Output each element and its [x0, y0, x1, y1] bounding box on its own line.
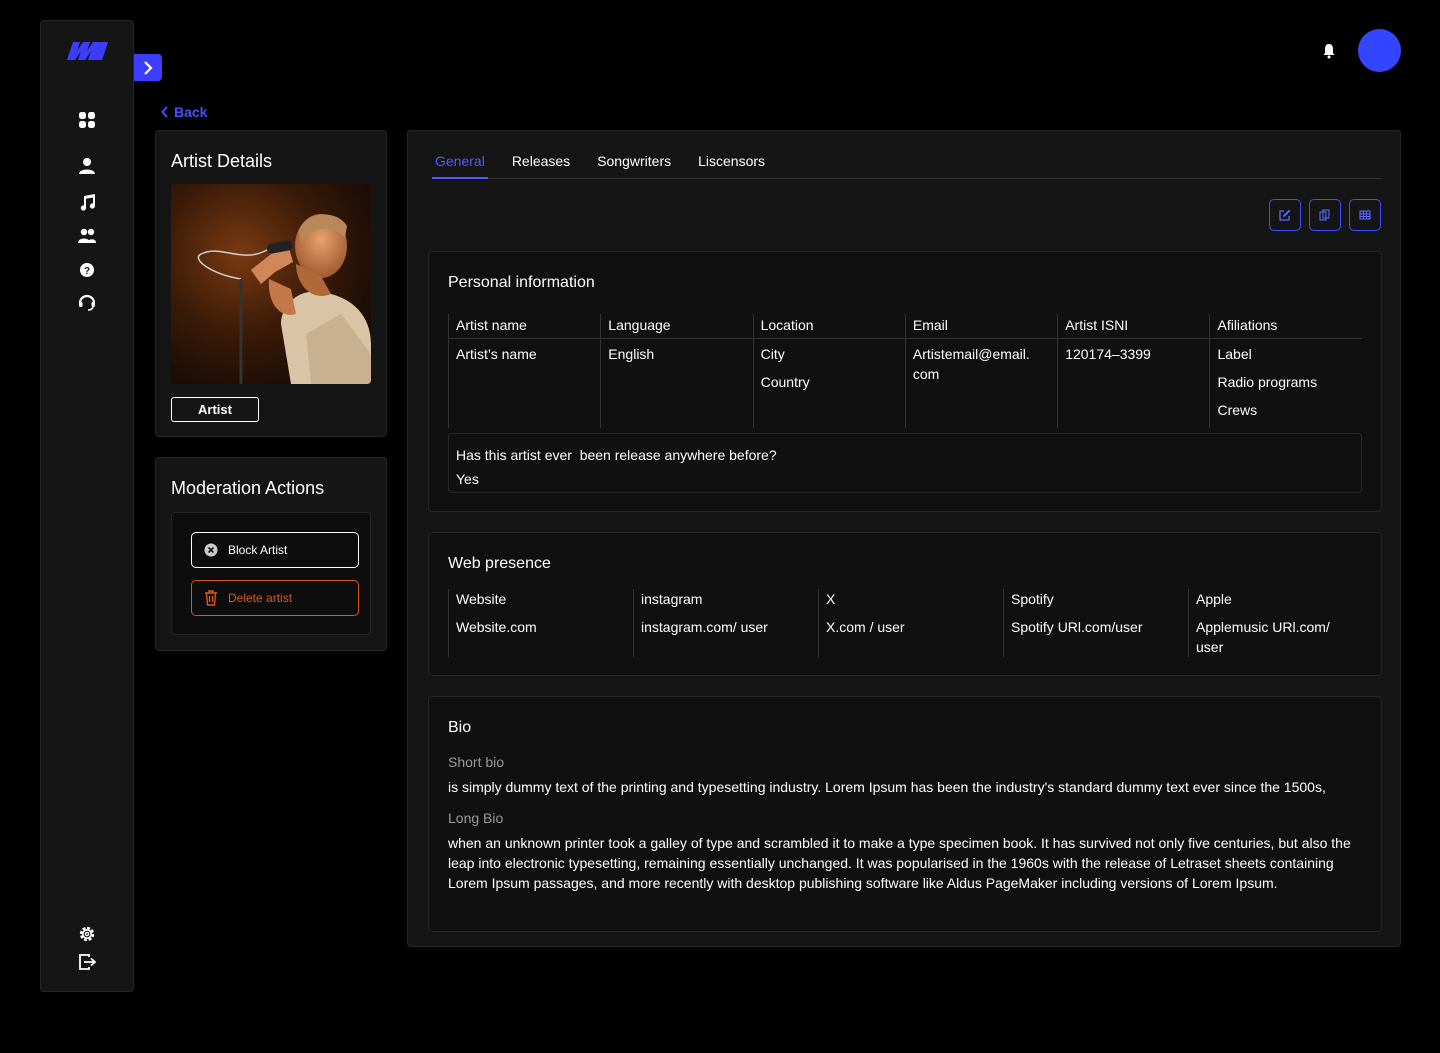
tab-general[interactable]: General — [432, 153, 488, 179]
bio-title: Bio — [448, 719, 472, 736]
settings-icon[interactable] — [77, 924, 97, 944]
moderation-card: Moderation Actions Block Artist Delete a… — [155, 457, 387, 651]
expand-sidebar-button[interactable] — [134, 54, 162, 81]
column-header: Artist ISNI — [1065, 317, 1129, 333]
block-artist-label: Block Artist — [228, 543, 288, 557]
column-header: Spotify — [1011, 591, 1054, 607]
avatar[interactable] — [1358, 29, 1401, 72]
back-label: Back — [174, 104, 208, 120]
column-header: Location — [760, 317, 814, 333]
personal-information-title: Personal information — [448, 274, 595, 291]
artist-details-title: Artist Details — [171, 151, 273, 171]
bio-section: Bio Short bio is simply dummy text of th… — [428, 696, 1382, 932]
long-bio-text: when an unknown printer took a galley of… — [448, 835, 1351, 891]
copy-icon — [1319, 209, 1330, 221]
trash-icon — [205, 590, 217, 606]
column-header: instagram — [641, 591, 703, 607]
affiliation-value: Radio programs — [1217, 374, 1318, 390]
artist-name-column: Artist name Artist’s name — [448, 314, 600, 428]
artist-main-panel: General Releases Songwriters Liscensors … — [407, 130, 1401, 947]
web-presence-title: Web presence — [448, 555, 551, 572]
svg-text:?: ? — [84, 266, 90, 277]
column-header: X — [826, 591, 836, 607]
email-value: Artistemail@email. com — [912, 346, 1030, 382]
x-column: X X.com / user — [818, 589, 1003, 657]
tab-songwriters[interactable]: Songwriters — [594, 153, 674, 179]
edit-button[interactable] — [1269, 199, 1301, 231]
column-header: Apple — [1196, 591, 1232, 607]
isni-value: 120174–3399 — [1065, 346, 1151, 362]
isni-column: Artist ISNI 120174–3399 — [1057, 314, 1209, 428]
x-link[interactable]: X.com / user — [826, 617, 1003, 637]
artist-role-badge: Artist — [171, 397, 259, 422]
apple-column: Apple Applemusic URl.com/ user — [1188, 589, 1362, 657]
apple-link[interactable]: Applemusic URl.com/ user — [1196, 617, 1341, 657]
prior-release-answer: Yes — [456, 471, 479, 487]
prior-release-box: Has this artist ever been release anywhe… — [448, 433, 1362, 493]
chevron-right-icon — [144, 60, 153, 75]
close-circle-icon — [204, 543, 218, 557]
language-value: English — [608, 346, 655, 362]
moderation-actions-panel: Block Artist Delete artist — [171, 512, 371, 635]
brand-logo[interactable] — [67, 41, 109, 61]
website-link[interactable]: Website.com — [456, 617, 633, 637]
spotify-column: Spotify Spotify URl.com/user — [1003, 589, 1188, 657]
artist-details-card: Artist Details Artist — [155, 130, 387, 437]
column-header: Language — [608, 317, 671, 333]
web-presence-section: Web presence Website Website.com instagr… — [428, 532, 1382, 676]
instagram-link[interactable]: instagram.com/ user — [641, 617, 818, 637]
affiliation-value: Label — [1217, 346, 1252, 362]
help-icon[interactable]: ? — [77, 260, 97, 280]
sidebar: ? — [40, 20, 134, 992]
delete-artist-label: Delete artist — [228, 591, 293, 605]
copy-button[interactable] — [1309, 199, 1341, 231]
long-bio-label: Long Bio — [448, 810, 504, 826]
column-header: Afiliations — [1217, 317, 1278, 333]
tab-licensors[interactable]: Liscensors — [695, 153, 768, 179]
location-column: Location City Country — [752, 314, 905, 428]
personal-information-section: Personal information Artist name Artist’… — [428, 251, 1382, 512]
moderation-title: Moderation Actions — [171, 478, 325, 498]
column-header: Website — [456, 591, 507, 607]
web-presence-grid: Website Website.com instagram instagram.… — [448, 589, 1362, 657]
affiliation-value: Crews — [1217, 402, 1258, 418]
table-view-button[interactable] — [1349, 199, 1381, 231]
short-bio-text: is simply dummy text of the printing and… — [448, 779, 1326, 795]
delete-artist-button[interactable]: Delete artist — [191, 580, 359, 616]
block-artist-button[interactable]: Block Artist — [191, 532, 359, 568]
instagram-column: instagram instagram.com/ user — [633, 589, 818, 657]
column-header: Artist name — [456, 317, 527, 333]
edit-icon — [1279, 209, 1291, 221]
table-icon — [1359, 210, 1371, 220]
logout-icon[interactable] — [77, 952, 97, 972]
music-icon[interactable] — [77, 192, 97, 212]
spotify-link[interactable]: Spotify URl.com/user — [1011, 617, 1188, 637]
artist-name-value: Artist’s name — [456, 346, 537, 362]
email-column: Email Artistemail@email. com — [904, 314, 1057, 428]
affiliations-column: Afiliations Label Radio programs Crews — [1209, 314, 1361, 428]
country-value: Country — [760, 374, 810, 390]
artist-photo — [171, 184, 371, 384]
short-bio-label: Short bio — [448, 754, 505, 770]
user-icon[interactable] — [77, 156, 97, 176]
language-column: Language English — [600, 314, 752, 428]
back-link[interactable]: Back — [161, 104, 207, 120]
chevron-left-icon — [161, 106, 168, 118]
support-icon[interactable] — [77, 292, 97, 312]
personal-info-grid: Artist name Artist’s name Language Engli… — [448, 314, 1362, 428]
website-column: Website Website.com — [448, 589, 633, 657]
tab-releases[interactable]: Releases — [509, 153, 573, 179]
notification-bell-icon[interactable] — [1321, 43, 1337, 59]
team-icon[interactable] — [77, 226, 97, 246]
column-header: Email — [912, 317, 948, 333]
dashboard-icon[interactable] — [77, 110, 97, 130]
city-value: City — [760, 346, 785, 362]
prior-release-question: Has this artist ever been release anywhe… — [456, 447, 777, 463]
tab-bar: General Releases Songwriters Liscensors — [432, 153, 1382, 179]
